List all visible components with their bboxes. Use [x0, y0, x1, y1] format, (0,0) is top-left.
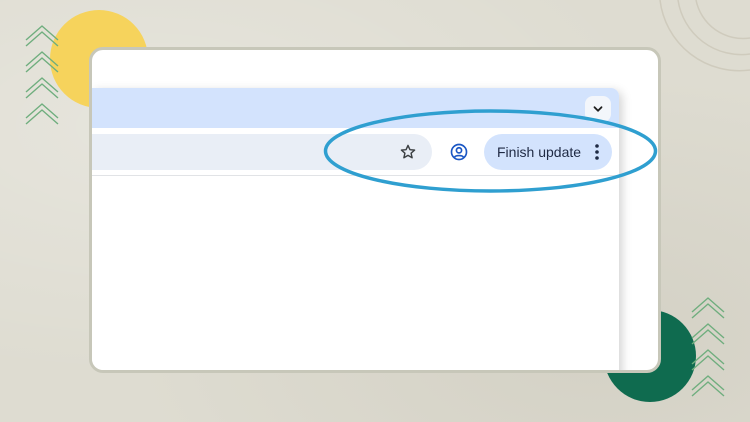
address-bar[interactable] — [92, 134, 432, 170]
tab-search-button[interactable] — [585, 96, 611, 122]
bookmark-star-button[interactable] — [396, 140, 420, 164]
star-icon — [400, 144, 416, 159]
browser-window: Finish update — [92, 88, 619, 370]
tutorial-illustration: Finish update — [0, 0, 750, 422]
finish-update-button[interactable]: Finish update — [484, 134, 612, 170]
browser-toolbar: Finish update — [92, 128, 619, 176]
profile-button[interactable] — [446, 139, 472, 165]
chevron-down-icon — [593, 106, 603, 112]
more-vert-icon — [592, 142, 602, 162]
finish-update-label: Finish update — [497, 144, 582, 160]
account-circle-icon — [450, 143, 468, 161]
decorative-chevrons-left — [25, 25, 59, 125]
screenshot-frame: Finish update — [89, 47, 661, 373]
decorative-chevrons-right — [691, 297, 725, 397]
tab-strip — [92, 88, 619, 128]
